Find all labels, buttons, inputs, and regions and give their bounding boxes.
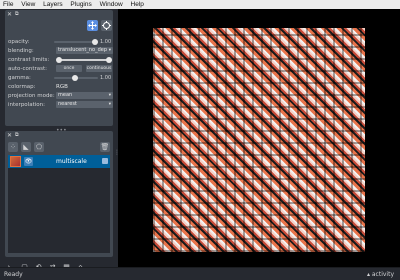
contrast-limits-slider[interactable] [58,59,110,61]
colormap-label: colormap: [8,84,36,90]
menu-bar: File View Layers Plugins Window Help [0,0,400,9]
menu-help[interactable]: Help [128,0,147,9]
close-icon[interactable]: ✕ [7,11,12,18]
layer-buttons: ⁘ ◣ ⬠ 🗑 [8,141,110,153]
menu-file[interactable]: File [0,0,16,9]
colormap-value: RGB [56,84,68,90]
blending-label: blending: [8,48,34,54]
layer-list-header: ✕ ⧉ [5,131,113,141]
contrast-limits-row: contrast limits: [8,56,112,65]
chevron-down-icon: ▾ [108,93,111,98]
layer-name[interactable]: multiscale [56,158,87,165]
image-layer-icon [102,158,108,164]
blending-select[interactable]: translucent_no_dep ▾ [56,47,113,54]
eye-icon[interactable]: 👁 [24,157,33,166]
interpolation-select[interactable]: nearest ▾ [56,101,113,108]
blending-select-value: translucent_no_dep [58,47,108,53]
activity-button[interactable]: ▴ activity [367,271,394,278]
opacity-label: opacity: [8,39,30,45]
labels-icon[interactable]: ⬠ [34,142,44,152]
layer-list: 👁 multiscale [8,155,110,253]
layer-list-panel: ✕ ⧉ ⁘ ◣ ⬠ 🗑 👁 multiscale [5,131,113,257]
projection-mode-label: projection mode: [8,93,55,99]
points-icon[interactable]: ⁘ [8,142,18,152]
multiscale-image [153,28,365,252]
contrast-min-handle[interactable] [56,57,62,63]
blending-row: blending: translucent_no_dep ▾ [8,47,113,56]
float-icon[interactable]: ⧉ [15,11,19,17]
menu-plugins[interactable]: Plugins [67,0,94,9]
layer-controls-panel: ✕ ⧉ opacity: 1.00 blending: translucent_… [5,10,113,126]
gamma-slider-handle[interactable] [72,75,78,81]
activity-label: activity [371,271,394,278]
interpolation-value: nearest [58,101,77,107]
close-icon[interactable]: ✕ [7,132,12,139]
gamma-label: gamma: [8,75,31,81]
menu-layers[interactable]: Layers [40,0,66,9]
float-icon[interactable]: ⧉ [15,132,19,138]
layer-thumbnail [10,156,21,167]
auto-contrast-label: auto-contrast: [8,66,48,72]
menu-view[interactable]: View [18,0,38,9]
opacity-value: 1.00 [100,39,112,45]
viewer-canvas[interactable] [118,9,400,267]
transform-icon[interactable] [101,20,112,31]
auto-contrast-once-button[interactable]: once [56,65,82,72]
status-message: Ready [4,271,23,278]
projection-mode-row: projection mode: mean ▾ [8,92,113,101]
auto-contrast-row: auto-contrast: once continuous [8,65,112,74]
gamma-row: gamma: 1.00 [8,74,111,83]
shapes-icon[interactable]: ◣ [21,142,31,152]
chevron-down-icon: ▾ [108,102,111,107]
pan-zoom-icon[interactable] [87,20,98,31]
projection-mode-value: mean [58,92,73,98]
colormap-row: colormap: RGB [8,83,111,92]
contrast-max-handle[interactable] [106,57,112,63]
contrast-limits-label: contrast limits: [8,57,50,63]
auto-contrast-continuous-button[interactable]: continuous [86,65,112,72]
opacity-slider-handle[interactable] [92,39,98,45]
menu-window[interactable]: Window [97,0,126,9]
interpolation-label: interpolation: [8,102,45,108]
left-dock: ✕ ⧉ opacity: 1.00 blending: translucent_… [0,9,120,271]
layer-row[interactable]: 👁 multiscale [8,155,110,168]
delete-icon[interactable]: 🗑 [100,142,110,152]
gamma-value: 1.00 [100,75,112,81]
projection-mode-select[interactable]: mean ▾ [56,92,113,99]
opacity-row: opacity: 1.00 [8,38,111,47]
chevron-down-icon: ▾ [108,48,111,53]
interpolation-row: interpolation: nearest ▾ [8,101,113,110]
status-bar: Ready ▴ activity [0,267,400,280]
